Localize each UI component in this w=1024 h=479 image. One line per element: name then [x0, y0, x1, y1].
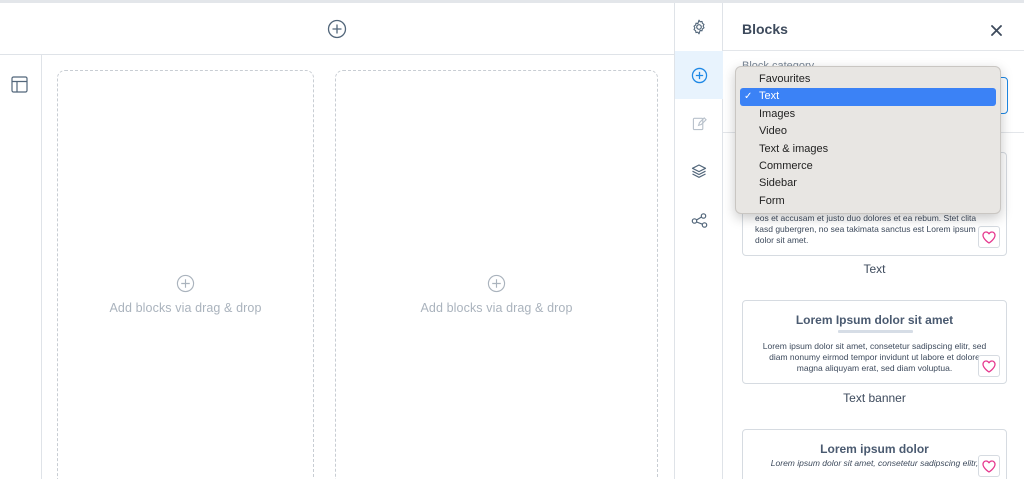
block-name: Text banner [843, 391, 906, 405]
category-option-sidebar[interactable]: Sidebar [740, 175, 996, 192]
block-category-dropdown: Favourites ✓ Text Images Video Text & ima… [735, 66, 1001, 214]
dropzone-left[interactable]: Add blocks via drag & drop [57, 70, 314, 479]
gear-icon [691, 19, 707, 35]
close-icon[interactable] [987, 21, 1005, 39]
category-option-commerce[interactable]: Commerce [740, 158, 996, 175]
panel-header: Blocks [723, 3, 1024, 51]
layout-icon[interactable] [9, 74, 29, 94]
share-tab[interactable] [675, 196, 723, 244]
dropzone-right[interactable]: Add blocks via drag & drop [335, 70, 658, 479]
heart-icon [982, 359, 996, 373]
settings-tab[interactable] [675, 3, 723, 51]
category-option-video[interactable]: Video [740, 123, 996, 140]
add-section-bar [0, 3, 674, 55]
blocks-tab[interactable] [675, 51, 723, 99]
category-option-favourites[interactable]: Favourites [740, 71, 996, 88]
edit-tab[interactable] [675, 99, 723, 147]
dropzone-placeholder: Add blocks via drag & drop [420, 301, 573, 315]
category-option-text-images[interactable]: Text & images [740, 141, 996, 158]
layers-tab[interactable] [675, 147, 723, 195]
block-preview-text: Lorem ipsum dolor sit amet, consetetur s… [762, 341, 987, 373]
plus-circle-icon [691, 67, 708, 84]
cms-editor: Add blocks via drag & drop Add blocks vi… [0, 0, 1024, 479]
block-preview-title: Lorem ipsum dolor [820, 442, 929, 456]
heart-icon [982, 230, 996, 244]
sidebar-rail [674, 3, 723, 479]
dropzone-placeholder: Add blocks via drag & drop [109, 301, 262, 315]
layers-icon [691, 163, 707, 179]
share-icon [691, 212, 708, 229]
block-card-text-banner[interactable]: Lorem Ipsum dolor sit amet Lorem ipsum d… [742, 300, 1007, 384]
panel-title: Blocks [742, 21, 788, 37]
add-section-plus-icon[interactable] [327, 19, 347, 39]
category-option-images[interactable]: Images [740, 106, 996, 123]
add-block-plus-icon [176, 274, 195, 293]
block-preview-rule [838, 330, 913, 333]
favourite-button[interactable] [978, 226, 1000, 248]
layout-canvas: Add blocks via drag & drop Add blocks vi… [0, 3, 674, 479]
favourite-button[interactable] [978, 355, 1000, 377]
block-preview-title: Lorem Ipsum dolor sit amet [795, 313, 954, 327]
block-card-text-italic[interactable]: Lorem ipsum dolor Lorem ipsum dolor sit … [742, 429, 1007, 479]
heart-icon [982, 459, 996, 473]
add-block-plus-icon [487, 274, 506, 293]
favourite-button[interactable] [978, 455, 1000, 477]
checkmark-icon: ✓ [744, 91, 753, 103]
edit-icon [692, 116, 707, 131]
block-preview-text: Lorem ipsum dolor sit amet, consetetur s… [770, 458, 979, 468]
block-preview-text: eos et accusam et justo duo dolores et e… [755, 213, 977, 245]
block-name: Text [863, 262, 886, 276]
category-option-text[interactable]: ✓ Text [740, 88, 996, 106]
category-option-form[interactable]: Form [740, 193, 996, 210]
section-sidebar [0, 55, 42, 479]
category-option-label: Text [759, 90, 780, 103]
